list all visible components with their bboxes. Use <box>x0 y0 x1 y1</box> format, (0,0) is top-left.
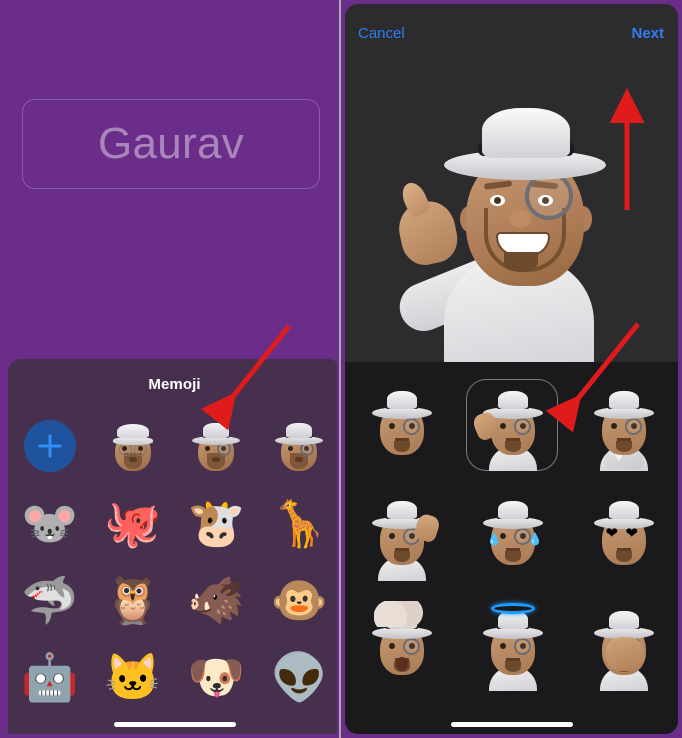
animoji-robot-glyph: 🤖 <box>20 650 79 703</box>
sticker-halo[interactable] <box>456 590 567 700</box>
animoji-octopus[interactable]: 🐙 <box>91 484 174 561</box>
memoji-face <box>273 419 325 473</box>
sticker-mind-blown[interactable] <box>345 590 456 700</box>
sticker-image <box>362 601 440 687</box>
sticker-waving[interactable] <box>345 480 456 590</box>
next-button[interactable]: Next <box>631 25 664 42</box>
add-memoji-button[interactable] <box>23 419 76 472</box>
right-phone-screen: Cancel Next ♥ 💧 💧 ❤ ❤ <box>341 0 682 738</box>
sticker-image <box>470 383 551 471</box>
memoji-face <box>190 419 242 473</box>
animoji-owl-glyph: 🦉 <box>104 573 162 626</box>
sticker-face-palm[interactable] <box>567 590 678 700</box>
memoji-emoji-grid: 🐭 🐙 🐮 🦒 🦈 🦉 🐗 🐵 🤖 🐱 🐶 👽 <box>8 407 337 715</box>
animoji-cat-glyph: 🐱 <box>104 650 162 703</box>
plus-icon <box>38 434 62 457</box>
memoji-sheet-title: Memoji <box>148 376 201 393</box>
preview-fedora-hat <box>443 108 606 180</box>
sticker-grid: ♥ 💧 💧 ❤ ❤ <box>345 362 678 700</box>
memoji-fedora-monocle-2[interactable] <box>258 407 337 484</box>
memoji-preview-image <box>392 88 632 362</box>
sticker-header: Cancel Next <box>345 4 678 60</box>
memoji-beanie-glasses[interactable] <box>91 407 174 484</box>
sticker-image <box>362 383 440 467</box>
sticker-image: ♥ <box>584 383 662 471</box>
preview-eye-left <box>489 195 505 206</box>
name-input-field[interactable]: Gaurav <box>22 99 320 189</box>
name-input-value: Gaurav <box>97 119 245 168</box>
memoji-preview-stage[interactable] <box>345 60 678 362</box>
animoji-monkey[interactable]: 🐵 <box>258 561 337 638</box>
sticker-image: 💧 💧 <box>473 493 551 577</box>
sticker-image <box>473 603 551 691</box>
sticker-monocle-face[interactable] <box>345 370 456 480</box>
preview-nose <box>508 210 531 228</box>
animoji-shark[interactable]: 🦈 <box>8 561 91 638</box>
sticker-grid-container: ♥ 💧 💧 ❤ ❤ <box>345 362 678 734</box>
animoji-giraffe[interactable]: 🦒 <box>258 484 337 561</box>
sticker-image <box>584 603 662 691</box>
animoji-owl[interactable]: 🦉 <box>91 561 174 638</box>
home-indicator-right <box>450 722 573 727</box>
screenshot-root: Gaurav Memoji 🐭 🐙 🐮 🦒 🦈 🦉 🐗 🐵 🤖 🐱 🐶 👽 Cancel Next <box>0 0 682 738</box>
animoji-octopus-glyph: 🐙 <box>104 496 162 549</box>
animoji-cat[interactable]: 🐱 <box>91 638 174 715</box>
memoji-face <box>107 419 159 473</box>
memoji-picker-sheet: Memoji 🐭 🐙 🐮 🦒 🦈 🦉 🐗 🐵 🤖 🐱 🐶 👽 <box>8 359 337 734</box>
sticker-heart-eyes[interactable]: ❤ ❤ <box>567 480 678 590</box>
cancel-button[interactable]: Cancel <box>358 25 405 42</box>
animoji-dog-glyph: 🐶 <box>187 650 245 703</box>
animoji-alien[interactable]: 👽 <box>258 638 337 715</box>
animoji-giraffe-glyph: 🦒 <box>270 496 329 549</box>
left-phone-screen: Gaurav Memoji 🐭 🐙 🐮 🦒 🦈 🦉 🐗 🐵 🤖 🐱 🐶 👽 <box>0 0 341 738</box>
sticker-shaka-thumb[interactable] <box>456 370 567 480</box>
animoji-boar[interactable]: 🐗 <box>175 561 258 638</box>
animoji-boar-glyph: 🐗 <box>187 573 245 626</box>
animoji-robot[interactable]: 🤖 <box>8 638 91 715</box>
sticker-image: ❤ ❤ <box>584 493 662 577</box>
animoji-mouse[interactable]: 🐭 <box>8 484 91 561</box>
animoji-cow[interactable]: 🐮 <box>175 484 258 561</box>
preview-goatee <box>503 252 538 272</box>
sticker-laughing-tears[interactable]: 💧 💧 <box>456 480 567 590</box>
animoji-cow-glyph: 🐮 <box>187 496 245 549</box>
animoji-alien-glyph: 👽 <box>270 650 329 703</box>
animoji-shark-glyph: 🦈 <box>20 573 79 626</box>
animoji-mouse-glyph: 🐭 <box>20 496 79 549</box>
left-phone-inner: Gaurav Memoji 🐭 🐙 🐮 🦒 🦈 🦉 🐗 🐵 🤖 🐱 🐶 👽 <box>4 4 337 734</box>
sticker-heart-hands[interactable]: ♥ <box>567 370 678 480</box>
memoji-fedora-monocle-1[interactable] <box>175 407 258 484</box>
sticker-image <box>362 493 441 581</box>
animoji-dog[interactable]: 🐶 <box>175 638 258 715</box>
add-memoji[interactable] <box>8 407 91 484</box>
sticker-app-container: Cancel Next ♥ 💧 💧 ❤ ❤ <box>345 4 678 734</box>
animoji-monkey-glyph: 🐵 <box>270 573 329 626</box>
home-indicator-left <box>113 722 236 727</box>
